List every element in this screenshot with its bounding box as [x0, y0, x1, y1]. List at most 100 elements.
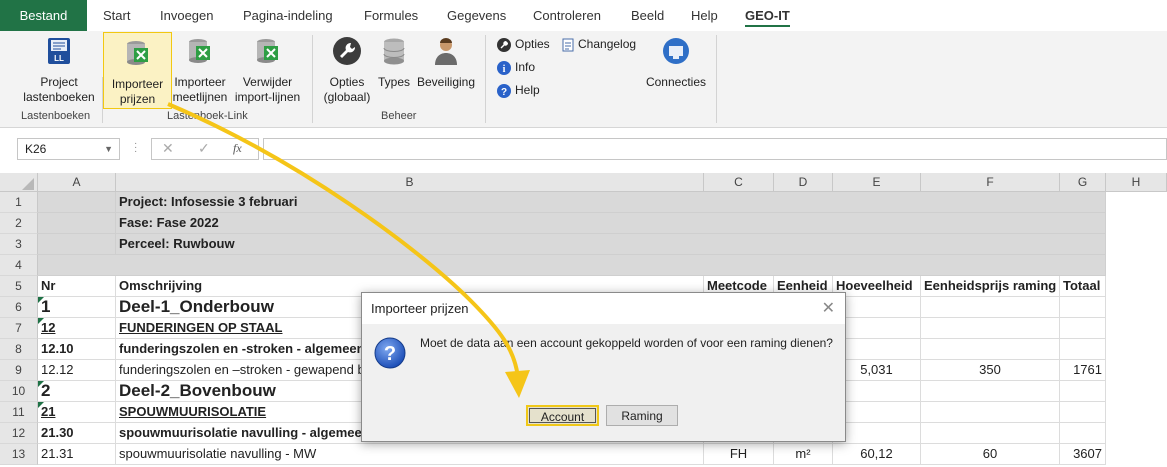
cell[interactable] — [38, 234, 116, 255]
column-header[interactable]: C — [704, 173, 774, 192]
cell-fase[interactable]: Fase: Fase 2022 — [116, 213, 1106, 234]
table-cell[interactable] — [833, 339, 921, 360]
row-header[interactable]: 4 — [0, 255, 38, 276]
tab-controleren[interactable]: Controleren — [533, 0, 601, 31]
raming-button[interactable]: Raming — [606, 405, 678, 426]
table-cell[interactable] — [833, 381, 921, 402]
column-header[interactable]: F — [921, 173, 1060, 192]
table-cell[interactable]: 60,12 — [833, 444, 921, 465]
table-cell[interactable]: 21.31 — [38, 444, 116, 465]
function-icon[interactable]: fx — [233, 141, 242, 156]
close-icon[interactable]: ✕ — [822, 293, 835, 324]
verwijder-import-lijnen-button[interactable]: Verwijder import-lijnen — [230, 31, 305, 105]
row-header[interactable]: 1 — [0, 192, 38, 213]
tab-invoegen[interactable]: Invoegen — [160, 0, 214, 31]
row-header[interactable]: 2 — [0, 213, 38, 234]
table-header-eenheidsprijs[interactable]: Eenheidsprijs raming — [921, 276, 1060, 297]
table-cell[interactable]: 21 — [38, 402, 116, 423]
table-cell[interactable] — [833, 402, 921, 423]
confirm-icon[interactable]: ✓ — [198, 140, 210, 157]
row-header[interactable]: 10 — [0, 381, 38, 402]
types-button[interactable]: Types — [376, 31, 412, 90]
table-header-nr[interactable]: Nr — [38, 276, 116, 297]
tab-geo-it[interactable]: GEO-IT — [745, 0, 790, 31]
table-cell[interactable]: 1 — [38, 297, 116, 318]
row-header[interactable]: 8 — [0, 339, 38, 360]
tab-start[interactable]: Start — [103, 0, 130, 31]
cell-perceel[interactable]: Perceel: Ruwbouw — [116, 234, 1106, 255]
table-cell[interactable]: spouwmuurisolatie navulling - MW — [116, 444, 704, 465]
table-cell[interactable]: 12 — [38, 318, 116, 339]
table-cell[interactable]: FH — [704, 444, 774, 465]
importeer-prijzen-button[interactable]: Importeer prijzen — [103, 32, 172, 109]
formula-input[interactable] — [263, 138, 1167, 160]
table-cell[interactable] — [921, 297, 1060, 318]
row-header[interactable]: 12 — [0, 423, 38, 444]
table-cell[interactable] — [921, 339, 1060, 360]
changelog-button[interactable]: Changelog — [562, 34, 636, 54]
tab-gegevens[interactable]: Gegevens — [447, 0, 506, 31]
row-header[interactable]: 3 — [0, 234, 38, 255]
table-header-hoeveelheid[interactable]: Hoeveelheid — [833, 276, 921, 297]
cancel-icon[interactable]: ✕ — [162, 140, 174, 157]
table-cell[interactable]: m² — [774, 444, 833, 465]
opties-button[interactable]: Opties — [497, 34, 550, 54]
select-all-corner[interactable] — [0, 173, 38, 192]
account-button[interactable]: Account — [526, 405, 599, 426]
column-header[interactable]: G — [1060, 173, 1106, 192]
table-cell[interactable] — [833, 423, 921, 444]
cell[interactable] — [38, 213, 116, 234]
row-header[interactable]: 9 — [0, 360, 38, 381]
table-header-totaal[interactable]: Totaal — [1060, 276, 1106, 297]
cell[interactable] — [38, 192, 116, 213]
table-cell[interactable] — [921, 402, 1060, 423]
row-header[interactable]: 7 — [0, 318, 38, 339]
table-cell[interactable]: 12.12 — [38, 360, 116, 381]
row-header[interactable]: 11 — [0, 402, 38, 423]
column-header[interactable]: H — [1106, 173, 1167, 192]
tab-bestand[interactable]: Bestand — [0, 0, 87, 31]
tab-pagina-indeling[interactable]: Pagina-indeling — [243, 0, 333, 31]
tab-formules[interactable]: Formules — [364, 0, 418, 31]
table-cell[interactable] — [921, 318, 1060, 339]
table-cell[interactable]: 3607 — [1060, 444, 1106, 465]
table-cell[interactable] — [833, 297, 921, 318]
opties-globaal-button[interactable]: Opties (globaal) — [320, 31, 374, 105]
tab-beeld[interactable]: Beeld — [631, 0, 664, 31]
column-header[interactable]: E — [833, 173, 921, 192]
project-lastenboeken-button[interactable]: LL Project lastenboeken — [18, 31, 100, 105]
chevron-down-icon[interactable]: ▼ — [104, 139, 113, 159]
row-header[interactable]: 13 — [0, 444, 38, 465]
table-cell[interactable]: 60 — [921, 444, 1060, 465]
cell-project[interactable]: Project: Infosessie 3 februari — [116, 192, 1106, 213]
table-cell[interactable]: 350 — [921, 360, 1060, 381]
table-cell[interactable]: 2 — [38, 381, 116, 402]
group-label-beheer: Beheer — [381, 110, 417, 122]
table-cell[interactable]: 1761 — [1060, 360, 1106, 381]
table-cell[interactable] — [1060, 318, 1106, 339]
table-cell[interactable] — [1060, 402, 1106, 423]
table-cell[interactable]: 5,031 — [833, 360, 921, 381]
table-cell[interactable] — [921, 381, 1060, 402]
column-header[interactable]: D — [774, 173, 833, 192]
table-cell[interactable] — [833, 318, 921, 339]
table-cell[interactable] — [921, 423, 1060, 444]
row-header[interactable]: 5 — [0, 276, 38, 297]
row-header[interactable]: 6 — [0, 297, 38, 318]
info-button[interactable]: i Info — [497, 57, 535, 77]
table-cell[interactable] — [1060, 381, 1106, 402]
table-cell[interactable]: 21.30 — [38, 423, 116, 444]
cell[interactable] — [38, 255, 1106, 276]
table-cell[interactable] — [1060, 339, 1106, 360]
column-header[interactable]: B — [116, 173, 704, 192]
name-box[interactable]: K26 ▼ — [17, 138, 120, 160]
table-cell[interactable] — [1060, 423, 1106, 444]
table-cell[interactable] — [1060, 297, 1106, 318]
column-header[interactable]: A — [38, 173, 116, 192]
help-button[interactable]: ? Help — [497, 80, 540, 100]
tab-help[interactable]: Help — [691, 0, 718, 31]
table-cell[interactable]: 12.10 — [38, 339, 116, 360]
importeer-meetlijnen-button[interactable]: Importeer meetlijnen — [171, 31, 229, 105]
beveiliging-button[interactable]: Beveiliging — [414, 31, 478, 90]
connecties-button[interactable]: Connecties — [643, 31, 709, 90]
